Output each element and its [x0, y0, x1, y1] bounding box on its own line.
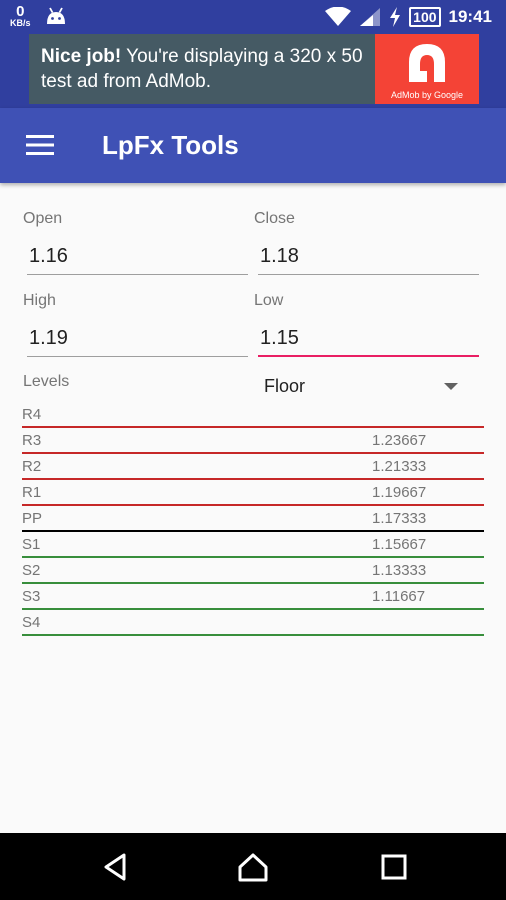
- close-label: Close: [254, 210, 295, 227]
- method-dropdown-value: Floor: [264, 376, 306, 396]
- admob-logo: AdMob by Google: [375, 34, 479, 104]
- battery-level: 100: [409, 7, 441, 27]
- level-row-pp: PP 1.17333: [22, 506, 484, 532]
- back-icon[interactable]: [100, 851, 132, 883]
- admob-icon: [409, 44, 445, 82]
- ad-message: Nice job! You're displaying a 320 x 50 t…: [41, 44, 381, 94]
- low-label: Low: [254, 292, 284, 309]
- high-label: High: [23, 292, 56, 309]
- level-value: 1.19667: [372, 484, 427, 501]
- level-value: 1.15667: [372, 536, 427, 553]
- level-row-r4: R4: [22, 402, 484, 428]
- recents-icon[interactable]: [378, 851, 410, 883]
- cell-signal-icon: [360, 8, 381, 26]
- wifi-icon: [325, 7, 352, 26]
- app-toolbar: LpFx Tools: [0, 108, 506, 183]
- pivot-levels-list: R4 R3 1.23667 R2 1.21333 R1 1.19667 PP 1.17333 S1…: [22, 402, 484, 636]
- ad-area: Nice job! You're displaying a 320 x 50 t…: [0, 34, 506, 108]
- level-row-s1: S1 1.15667: [22, 532, 484, 558]
- level-row-s4: S4: [22, 610, 484, 636]
- level-value: 1.17333: [372, 510, 427, 527]
- level-name: S1: [22, 536, 41, 553]
- network-speed-unit: KB/s: [10, 18, 31, 28]
- level-row-r1: R1 1.19667: [22, 480, 484, 506]
- status-bar: 0 KB/s 100 19:41: [0, 0, 506, 34]
- level-name: R3: [22, 432, 42, 449]
- level-row-r3: R3 1.23667: [22, 428, 484, 454]
- level-name: S2: [22, 562, 41, 579]
- dropdown-arrow-icon: [444, 383, 458, 390]
- network-speed: 0 KB/s: [10, 4, 31, 28]
- hamburger-icon[interactable]: [26, 134, 54, 156]
- open-input[interactable]: 1.16: [27, 241, 248, 275]
- level-row-s2: S2 1.13333: [22, 558, 484, 584]
- level-value: 1.23667: [372, 432, 427, 449]
- level-name: R1: [22, 484, 42, 501]
- level-name: PP: [22, 510, 43, 527]
- levels-label: Levels: [23, 373, 70, 390]
- charging-icon: [390, 7, 401, 27]
- level-value: 1.11667: [372, 588, 426, 605]
- close-input[interactable]: 1.18: [258, 241, 479, 275]
- clock: 19:41: [448, 7, 492, 26]
- low-input[interactable]: 1.15: [258, 323, 479, 357]
- navigation-bar: [0, 833, 506, 900]
- home-icon[interactable]: [237, 851, 269, 883]
- level-row-r2: R2 1.21333: [22, 454, 484, 480]
- admob-caption: AdMob by Google: [390, 90, 464, 100]
- high-input[interactable]: 1.19: [27, 323, 248, 357]
- level-row-s3: S3 1.11667: [22, 584, 484, 610]
- level-divider: [22, 634, 484, 636]
- level-name: S4: [22, 614, 41, 631]
- level-name: R4: [22, 406, 42, 423]
- android-icon: [46, 7, 65, 24]
- network-speed-value: 0: [16, 3, 25, 20]
- level-name: S3: [22, 588, 41, 605]
- open-label: Open: [23, 210, 63, 227]
- ad-banner[interactable]: Nice job! You're displaying a 320 x 50 t…: [29, 34, 479, 104]
- level-name: R2: [22, 458, 42, 475]
- level-value: 1.21333: [372, 458, 427, 475]
- app-title: LpFx Tools: [102, 130, 239, 160]
- ad-message-bold: Nice job!: [41, 46, 122, 67]
- method-dropdown[interactable]: Floor: [258, 372, 480, 402]
- level-value: 1.13333: [372, 562, 427, 579]
